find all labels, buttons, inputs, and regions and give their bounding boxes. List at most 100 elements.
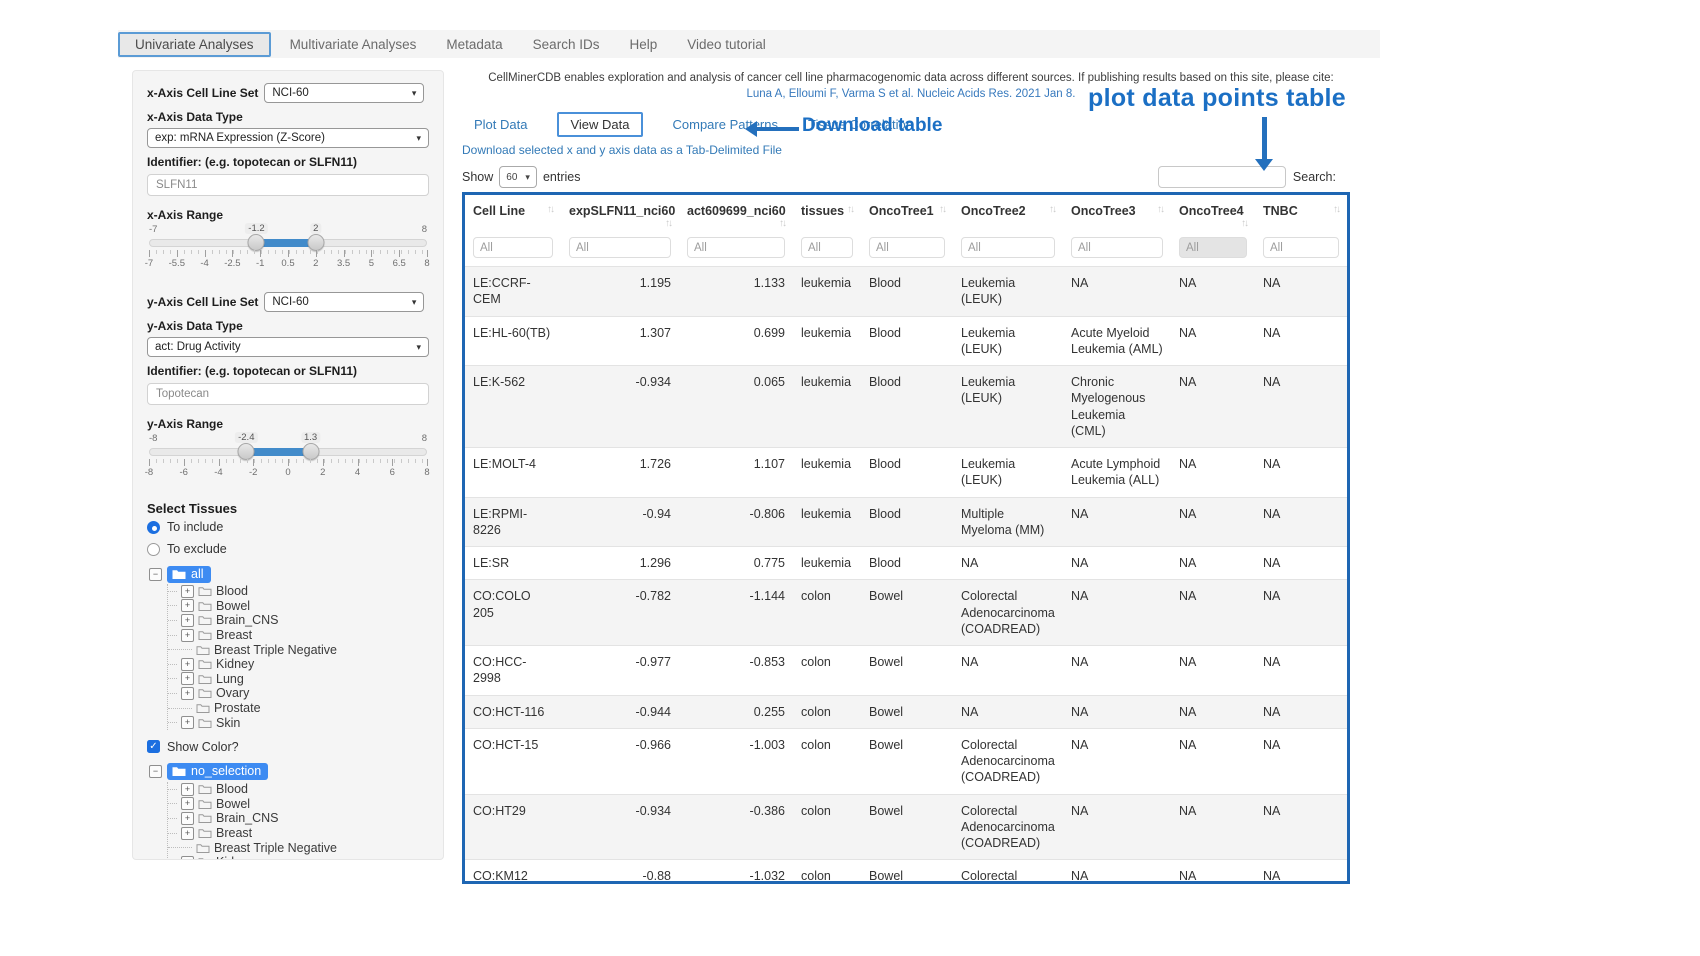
sort-icon[interactable]: ↑↓ (779, 218, 785, 229)
tissue-tree-item-brain-cns[interactable]: +Brain_CNS (168, 613, 429, 628)
tissue-tree-item-bowel[interactable]: +Bowel (168, 599, 429, 614)
table-row[interactable]: CO:KM12-0.88-1.032colonBowelColorectal A… (465, 860, 1347, 884)
filter-input-expslfn11-nci60[interactable] (569, 237, 671, 258)
table-row[interactable]: CO:HCT-116-0.9440.255colonBowelNANANANA (465, 695, 1347, 728)
x-axis-range-slider[interactable]: -78-1.22-7-5.5-4-2.5-10.523.556.58 (149, 224, 427, 276)
x-axis-cell-line-set-select[interactable]: NCI-60 ▾ (264, 83, 424, 103)
col-header-cell-line[interactable]: Cell Line↑↓ (465, 195, 561, 235)
filter-input-act609699-nci60[interactable] (687, 237, 785, 258)
y-axis-range-slider[interactable]: -88-2.41.3-8-6-4-202468 (149, 433, 427, 485)
tissue-tree-item-ovary[interactable]: +Ovary (168, 686, 429, 701)
y-axis-identifier-input[interactable] (147, 383, 429, 405)
sort-icon[interactable]: ↑↓ (665, 218, 671, 229)
expand-icon[interactable]: + (181, 687, 194, 700)
col-header-oncotree4[interactable]: OncoTree4↑↓ (1171, 195, 1255, 235)
table-row[interactable]: LE:SR1.2960.775leukemiaBloodNANANANA (465, 547, 1347, 580)
filter-input-oncotree4[interactable] (1179, 237, 1247, 258)
sort-icon[interactable]: ↑↓ (1333, 204, 1339, 215)
entries-select[interactable]: 60 ▾ (499, 166, 537, 188)
expand-icon[interactable]: + (181, 629, 194, 642)
expand-icon[interactable]: + (181, 827, 194, 840)
expand-icon[interactable]: + (181, 716, 194, 729)
col-header-tnbc[interactable]: TNBC↑↓ (1255, 195, 1347, 235)
color-tree-item-blood[interactable]: +Blood (168, 782, 429, 797)
nav-tab-video-tutorial[interactable]: Video tutorial (672, 30, 781, 58)
color-tree-item-breast[interactable]: +Breast (168, 826, 429, 841)
expand-icon[interactable]: + (181, 585, 194, 598)
filter-input-oncotree2[interactable] (961, 237, 1055, 258)
table-row[interactable]: LE:RPMI-8226-0.94-0.806leukemiaBloodMult… (465, 497, 1347, 547)
expand-icon[interactable]: + (181, 658, 194, 671)
tab-plot-data[interactable]: Plot Data (474, 117, 527, 132)
filter-input-cell-line[interactable] (473, 237, 553, 258)
nav-tab-help[interactable]: Help (614, 30, 672, 58)
col-header-expslfn11-nci60[interactable]: expSLFN11_nci60↑↓ (561, 195, 679, 235)
sort-icon[interactable]: ↑↓ (1157, 204, 1163, 215)
color-tree-item-bowel[interactable]: +Bowel (168, 797, 429, 812)
table-row[interactable]: CO:HT29-0.934-0.386colonBowelColorectal … (465, 794, 1347, 860)
checkbox-checked-icon[interactable]: ✓ (147, 740, 160, 753)
x-axis-data-type-select[interactable]: exp: mRNA Expression (Z-Score) ▾ (147, 128, 429, 148)
expand-icon[interactable]: + (181, 797, 194, 810)
x-axis-slider-handle-high[interactable] (307, 234, 324, 251)
y-axis-data-type-select[interactable]: act: Drug Activity ▾ (147, 337, 429, 357)
table-row[interactable]: CO:COLO 205-0.782-1.144colonBowelColorec… (465, 580, 1347, 646)
sort-icon[interactable]: ↑↓ (547, 204, 553, 215)
table-row[interactable]: LE:CCRF-CEM1.1951.133leukemiaBloodLeukem… (465, 267, 1347, 317)
tissue-exclude-option[interactable]: To exclude (147, 542, 429, 556)
table-row[interactable]: LE:HL-60(TB)1.3070.699leukemiaBloodLeuke… (465, 316, 1347, 366)
sort-icon[interactable]: ↑↓ (1049, 204, 1055, 215)
y-axis-slider-handle-low[interactable] (238, 443, 255, 460)
table-row[interactable]: LE:K-562-0.9340.065leukemiaBloodLeukemia… (465, 366, 1347, 448)
expand-icon[interactable]: + (181, 783, 194, 796)
collapse-icon[interactable]: − (149, 765, 162, 778)
tissue-tree-item-kidney[interactable]: +Kidney (168, 657, 429, 672)
filter-input-tnbc[interactable] (1263, 237, 1339, 258)
radio-selected-icon[interactable] (147, 521, 160, 534)
tissue-include-option[interactable]: To include (147, 520, 429, 534)
table-row[interactable]: CO:HCT-15-0.966-1.003colonBowelColorecta… (465, 728, 1347, 794)
expand-icon[interactable]: + (181, 599, 194, 612)
tissue-tree-item-skin[interactable]: +Skin (168, 715, 429, 730)
col-header-oncotree3[interactable]: OncoTree3↑↓ (1063, 195, 1171, 235)
data-table-container[interactable]: Cell Line↑↓expSLFN11_nci60↑↓act609699_nc… (462, 192, 1350, 884)
col-header-oncotree2[interactable]: OncoTree2↑↓ (953, 195, 1063, 235)
nav-tab-metadata[interactable]: Metadata (431, 30, 517, 58)
show-color-option[interactable]: ✓ Show Color? (147, 740, 429, 754)
filter-input-oncotree1[interactable] (869, 237, 945, 258)
color-tree-item-breast-triple-negative[interactable]: Breast Triple Negative (168, 840, 429, 855)
sort-icon[interactable]: ↑↓ (1241, 218, 1247, 229)
expand-icon[interactable]: + (181, 856, 194, 860)
x-axis-identifier-input[interactable] (147, 174, 429, 196)
nav-tab-search-ids[interactable]: Search IDs (518, 30, 615, 58)
expand-icon[interactable]: + (181, 672, 194, 685)
download-link[interactable]: Download selected x and y axis data as a… (462, 143, 1360, 157)
nav-tab-multivariate-analyses[interactable]: Multivariate Analyses (275, 30, 432, 58)
expand-icon[interactable]: + (181, 812, 194, 825)
color-tree-root-no-selection[interactable]: no_selection (167, 763, 268, 780)
y-axis-slider-handle-high[interactable] (302, 443, 319, 460)
tissue-tree-item-breast-triple-negative[interactable]: Breast Triple Negative (168, 642, 429, 657)
filter-input-tissues[interactable] (801, 237, 853, 258)
sort-icon[interactable]: ↑↓ (939, 204, 945, 215)
y-axis-cell-line-set-select[interactable]: NCI-60 ▾ (264, 292, 424, 312)
radio-unselected-icon[interactable] (147, 543, 160, 556)
color-tree-item-kidney[interactable]: +Kidney (168, 855, 429, 860)
col-header-oncotree1[interactable]: OncoTree1↑↓ (861, 195, 953, 235)
color-tree-item-brain-cns[interactable]: +Brain_CNS (168, 811, 429, 826)
filter-input-oncotree3[interactable] (1071, 237, 1163, 258)
x-axis-slider-handle-low[interactable] (248, 234, 265, 251)
tissue-tree-item-prostate[interactable]: Prostate (168, 701, 429, 716)
sort-icon[interactable]: ↑↓ (847, 204, 853, 215)
col-header-tissues[interactable]: tissues↑↓ (793, 195, 861, 235)
tab-view-data[interactable]: View Data (557, 112, 642, 137)
tissue-tree-item-breast[interactable]: +Breast (168, 628, 429, 643)
table-row[interactable]: LE:MOLT-41.7261.107leukemiaBloodLeukemia… (465, 448, 1347, 498)
tissue-tree-item-blood[interactable]: +Blood (168, 584, 429, 599)
tissue-tree-root-all[interactable]: all (167, 566, 211, 583)
collapse-icon[interactable]: − (149, 568, 162, 581)
table-row[interactable]: CO:HCC-2998-0.977-0.853colonBowelNANANAN… (465, 646, 1347, 696)
col-header-act609699-nci60[interactable]: act609699_nci60↑↓ (679, 195, 793, 235)
nav-tab-univariate-analyses[interactable]: Univariate Analyses (118, 32, 271, 57)
expand-icon[interactable]: + (181, 614, 194, 627)
